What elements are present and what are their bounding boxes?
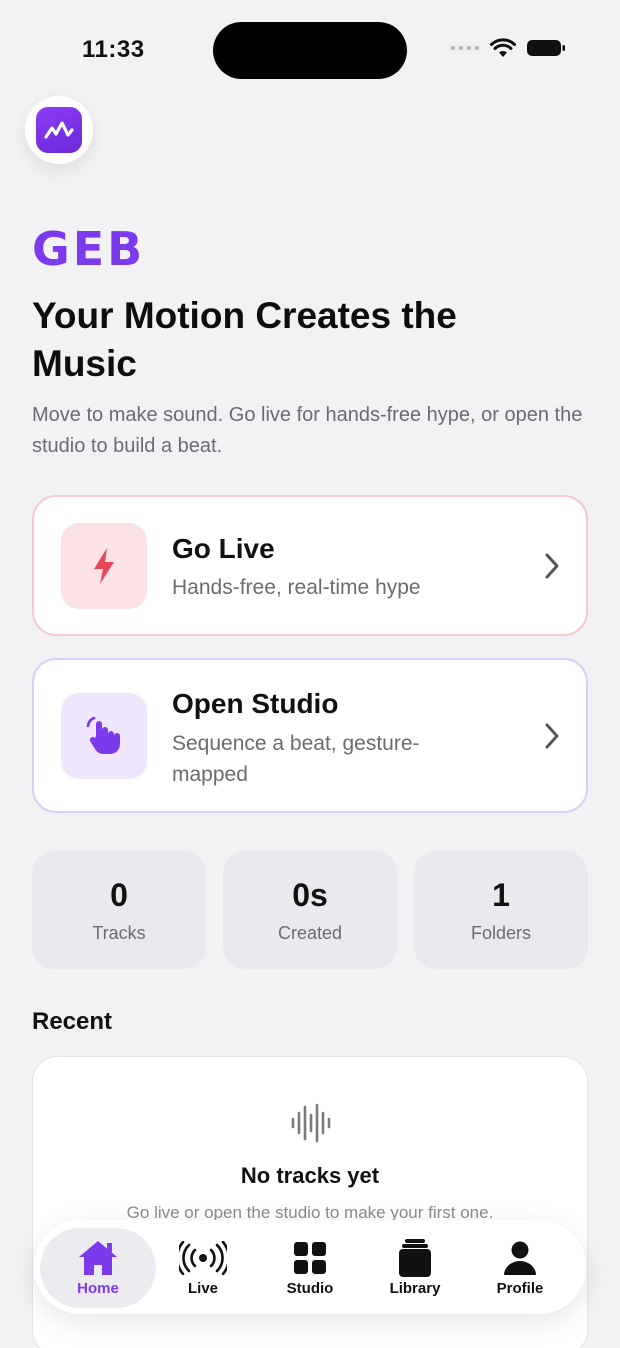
tab-studio[interactable]: Studio xyxy=(252,1228,368,1308)
brand-name: GEB xyxy=(32,222,146,276)
battery-icon xyxy=(527,40,565,56)
home-icon xyxy=(40,1238,156,1278)
open-studio-subtitle: Sequence a beat, gesture-mapped xyxy=(172,732,420,786)
tab-label: Live xyxy=(187,1280,218,1297)
open-studio-title: Open Studio xyxy=(172,688,339,719)
stat-value: 0 xyxy=(110,877,128,913)
stat-tracks: 0 Tracks xyxy=(32,851,206,969)
person-icon xyxy=(462,1238,578,1278)
chevron-right-icon xyxy=(545,553,559,578)
stat-label: Tracks xyxy=(92,923,146,943)
tab-label: Library xyxy=(389,1280,441,1297)
status-time: 11:33 xyxy=(82,36,145,63)
tab-live[interactable]: Live xyxy=(145,1228,261,1308)
tab-bar: Home Live Studio Library Profile xyxy=(34,1220,586,1314)
stat-value: 0s xyxy=(292,877,328,913)
tab-profile[interactable]: Profile xyxy=(462,1228,578,1308)
library-icon xyxy=(357,1238,473,1278)
go-live-subtitle: Hands-free, real-time hype xyxy=(172,576,421,599)
bolt-icon xyxy=(61,523,147,609)
recent-section-title: Recent xyxy=(32,1008,113,1035)
stat-folders: 1 Folders xyxy=(414,851,588,969)
home-screen: 11:33 GEB Your Motion Creates the Music … xyxy=(0,0,620,1348)
tab-library[interactable]: Library xyxy=(357,1228,473,1308)
waveform-icon xyxy=(291,1103,331,1143)
page-title: Your Motion Creates the Music xyxy=(32,295,457,384)
page-subtitle: Move to make sound. Go live for hands-fr… xyxy=(32,404,583,457)
wifi-icon xyxy=(490,38,516,57)
hand-gesture-icon xyxy=(61,693,147,779)
broadcast-icon xyxy=(145,1238,261,1278)
stat-created: 0s Created xyxy=(223,851,397,969)
go-live-card[interactable]: Go Live Hands-free, real-time hype xyxy=(32,495,588,636)
tab-label: Studio xyxy=(286,1280,334,1297)
signal-icon xyxy=(450,45,480,51)
app-logo xyxy=(25,96,93,164)
tab-label: Home xyxy=(77,1280,119,1297)
stat-value: 1 xyxy=(492,877,510,913)
stat-label: Created xyxy=(277,923,343,943)
chevron-right-icon xyxy=(545,723,559,748)
go-live-title: Go Live xyxy=(172,533,275,564)
stat-label: Folders xyxy=(470,923,532,943)
empty-title: No tracks yet xyxy=(240,1163,380,1188)
waveform-logo-icon xyxy=(36,107,82,153)
tab-home[interactable]: Home xyxy=(40,1228,156,1308)
dynamic-island xyxy=(213,22,407,79)
open-studio-card[interactable]: Open Studio Sequence a beat, gesture-map… xyxy=(32,658,588,813)
status-icons xyxy=(450,38,566,58)
tab-label: Profile xyxy=(496,1280,544,1297)
grid-icon xyxy=(252,1238,368,1278)
